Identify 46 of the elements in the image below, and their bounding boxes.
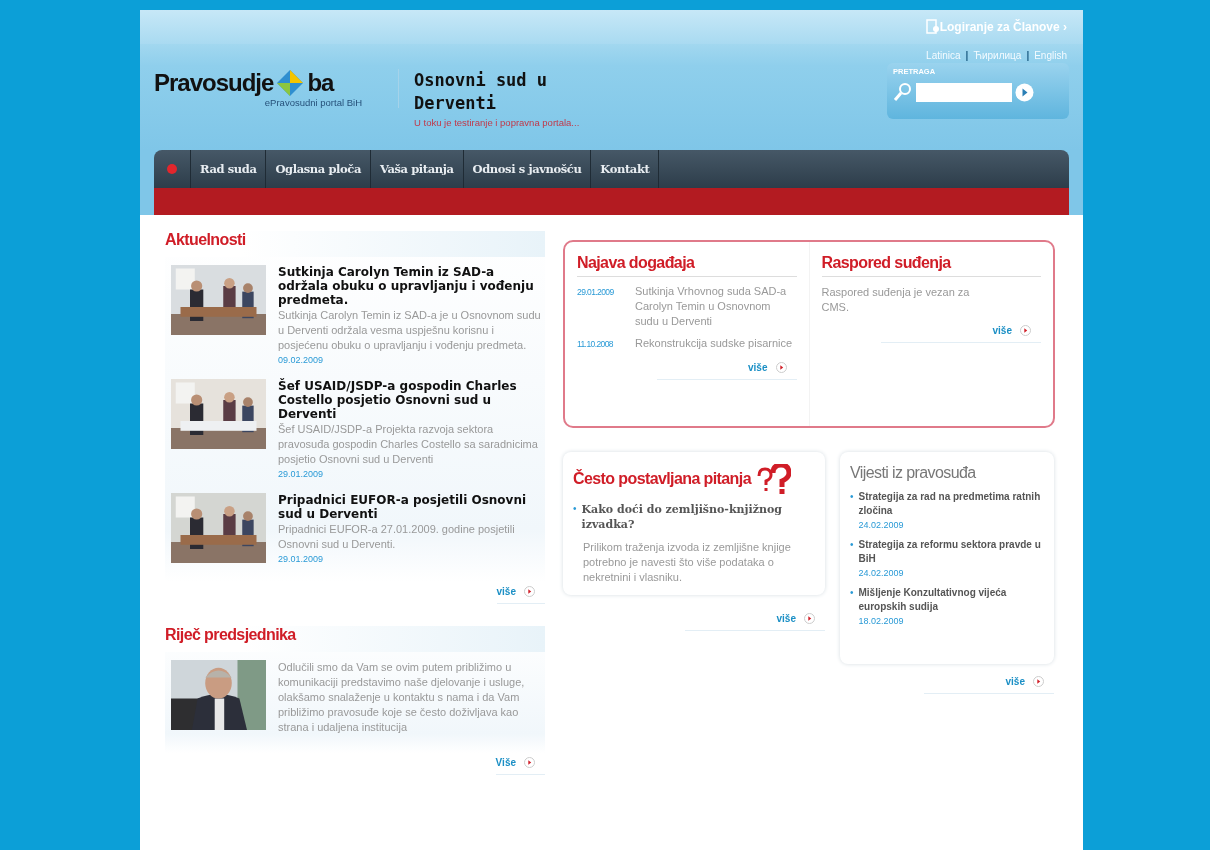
news-date: 29.01.2009 [278, 469, 325, 479]
more-link[interactable]: više [748, 362, 768, 373]
search-icon [893, 82, 913, 102]
separator-text: | [964, 50, 970, 61]
logo-icon [276, 69, 305, 97]
more-link[interactable]: više [1005, 676, 1025, 687]
news-summary: Šef USAID/JSDP-a Projekta razvoja sektora pravosuđa gospodin Charles Costello sa saradnicima posjetio Osnovni sud u Derventi [278, 422, 539, 467]
news-title[interactable]: Pripadnici EUFOR-a posjetili Osnovni sud u Derventi [278, 493, 545, 521]
search-field[interactable] [916, 82, 1012, 102]
panel-title: Često postavljana pitanja [573, 470, 751, 488]
more-link[interactable]: Više [495, 757, 516, 768]
logo-text: ba [307, 69, 334, 97]
logo-subtitle: ePravosudni portal BiH [263, 97, 363, 108]
schedule-text: Raspored suđenja je vezan za CMS. [821, 285, 971, 315]
logo-text: Pravosudje [154, 69, 274, 97]
search-go-icon[interactable] [1015, 82, 1034, 102]
user-icon [925, 19, 940, 35]
news-link[interactable]: Strategija za rad na predmetima ratnih zločina [858, 490, 1044, 518]
bullet-text: • [850, 538, 854, 552]
more-link[interactable]: više [776, 613, 796, 624]
news-date: 09.02.2009 [278, 355, 325, 365]
panel-title: Vijesti iz pravosuđa [850, 464, 977, 482]
notice-text: U toku je testiranje i popravna portala... [414, 117, 581, 128]
news-date: 24.02.2009 [858, 568, 905, 578]
news-title[interactable]: Sutkinja Carolyn Temin iz SAD-a održala obuku o upravljanju i vođenju predmeta. [278, 265, 545, 307]
bullet-text: • [850, 586, 854, 600]
event-date: 29.01.2009 [577, 286, 615, 299]
panel-title: Raspored suđenja [821, 254, 1041, 277]
section-title: Riječ predsjednika [165, 626, 298, 644]
section-title: Aktuelnosti [165, 231, 247, 249]
court-title: Osnovni sud u Derventi [414, 69, 549, 115]
news-link[interactable]: Mišljenje Konzultativnog vijeća europskih sudija [858, 586, 1044, 614]
event-date: 11.10.2008 [577, 338, 614, 351]
news-summary: Pripadnici EUFOR-a 27.01.2009. godine posjetili Osnovni sud u Derventi. [278, 522, 516, 552]
news-date: 18.02.2009 [858, 616, 905, 626]
news-title[interactable]: Šef USAID/JSDP-a gospodin Charles Costello posjetio Osnovni sud u Derventi [278, 379, 545, 421]
bullet-text: • [850, 490, 854, 504]
more-link[interactable]: više [992, 325, 1012, 336]
news-date: 24.02.2009 [858, 520, 905, 530]
faq-question[interactable]: Kako doći do zemljišno-knjižnog izvadka? [581, 502, 815, 532]
panel-title: Najava događaja [577, 254, 797, 277]
separator-text: | [1025, 50, 1031, 61]
more-link[interactable]: više [496, 586, 516, 597]
news-link[interactable]: Strategija za reformu sektora pravde u BiH [858, 538, 1044, 566]
bullet-text: • [573, 502, 577, 516]
news-date: 29.01.2009 [278, 554, 325, 564]
